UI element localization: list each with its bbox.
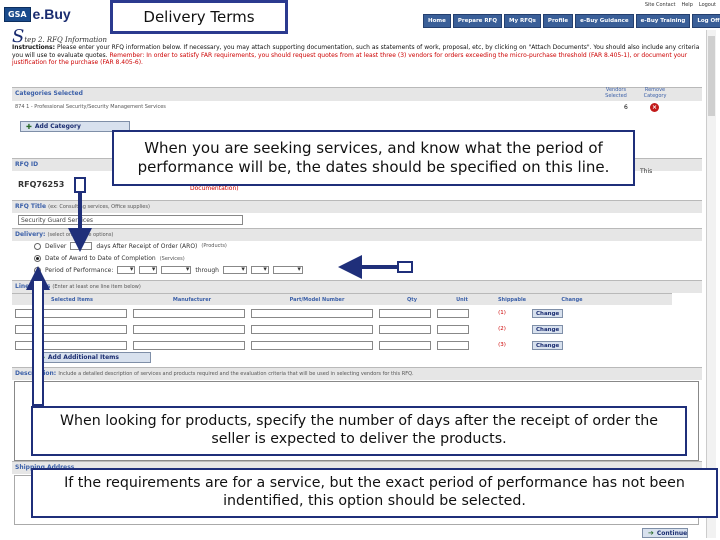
callout-service-unknown: If the requirements are for a service, b… [31, 468, 718, 518]
arrow-tail-box [397, 261, 413, 273]
arrow-shaft-box [32, 279, 44, 406]
slide-stage: GSA e.Buy Delivery Terms Site Contact He… [0, 0, 720, 540]
callout-arrows [26, 177, 413, 406]
callout-services-dates: When you are seeking services, and know … [112, 130, 635, 186]
callout-products-days: When looking for products, specify the n… [31, 406, 687, 456]
arrow-tail-box [74, 177, 86, 193]
